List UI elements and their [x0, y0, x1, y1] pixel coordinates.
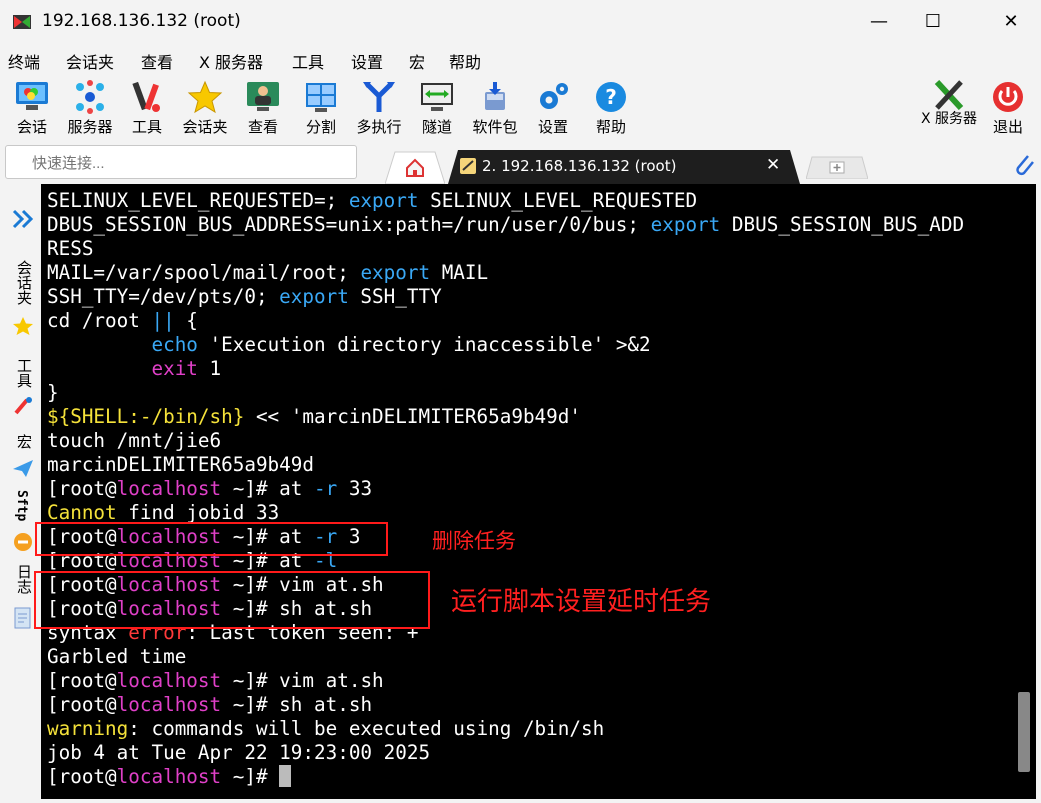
- window-title: 192.168.136.132 (root): [42, 11, 241, 31]
- expand-sidebar-icon[interactable]: [11, 208, 35, 230]
- paper-plane-icon: [13, 460, 33, 477]
- sidebar-tab-sftp[interactable]: Sftp: [14, 490, 29, 521]
- xserver-button[interactable]: X 服务器: [920, 78, 978, 140]
- terminal-line: cd /root || {: [47, 309, 198, 332]
- svg-text:?: ?: [605, 85, 617, 109]
- minimize-button[interactable]: —: [856, 0, 902, 44]
- terminal-cursor: [279, 765, 292, 787]
- terminal-line: [root@localhost ~]# at -r 33: [47, 477, 373, 500]
- highlight-box-run: [34, 571, 430, 629]
- terminal-line: MAIL=/var/spool/mail/root; export MAIL: [47, 261, 489, 284]
- menu-macros[interactable]: 宏: [409, 49, 425, 73]
- star-icon: [13, 317, 33, 335]
- menu-tools[interactable]: 工具: [292, 49, 324, 73]
- terminal-pane[interactable]: SELINUX_LEVEL_REQUESTED=; export SELINUX…: [41, 184, 1036, 799]
- new-tab-button[interactable]: [806, 155, 868, 179]
- terminal-line: Garbled time: [47, 645, 187, 668]
- menu-sessions[interactable]: 会话夹: [66, 49, 114, 73]
- terminal-line: [root@localhost ~]# vim at.sh: [47, 669, 384, 692]
- star-icon: [187, 80, 223, 114]
- power-icon: [993, 82, 1023, 112]
- terminal-line: exit 1: [151, 357, 222, 380]
- terminal-line: warning: commands will be executed using…: [47, 717, 605, 740]
- tunneling-button[interactable]: 隧道: [408, 78, 466, 140]
- terminal-line: ${SHELL:-/bin/sh} << 'marcinDELIMITER65a…: [47, 405, 581, 428]
- menu-terminal[interactable]: 终端: [8, 49, 40, 73]
- toolbar: 会话 服务器 工具 会话夹 查看 分割 多执行 隧道 软件包 设置 ? 帮助 X…: [0, 74, 1041, 142]
- menu-help[interactable]: 帮助: [449, 49, 481, 73]
- tools-button[interactable]: 工具: [118, 78, 176, 140]
- session-tab-title: 2. 192.168.136.132 (root): [482, 157, 677, 175]
- terminal-line: DBUS_SESSION_BUS_ADDRESS=unix:path=/run/…: [47, 213, 965, 236]
- settings-button[interactable]: 设置: [524, 78, 582, 140]
- terminal-scrollbar[interactable]: [1018, 692, 1030, 772]
- terminal-line: touch /mnt/jie6: [47, 429, 222, 452]
- paperclip-icon[interactable]: [1012, 152, 1036, 178]
- help-button[interactable]: ? 帮助: [582, 78, 640, 140]
- terminal-line: SSH_TTY=/dev/pts/0; export SSH_TTY: [47, 285, 442, 308]
- session-icon: [16, 82, 48, 110]
- tunnel-icon: [421, 83, 453, 111]
- menu-bar: 终端 会话夹 查看 X 服务器 工具 设置 宏 帮助: [0, 44, 1041, 74]
- title-bar: 192.168.136.132 (root) — ☐ ✕: [0, 0, 1041, 44]
- terminal-line: [root@localhost ~]#: [47, 765, 964, 789]
- split-icon: [306, 83, 336, 112]
- sidebar-tab-logs[interactable]: 日志: [14, 564, 35, 594]
- annotation-delete: 删除任务: [432, 529, 516, 553]
- packages-icon: [485, 82, 505, 110]
- sidebar: 会话夹 工具 宏 Sftp 日志: [5, 184, 41, 799]
- multiexec-button[interactable]: 多执行: [350, 78, 408, 140]
- terminal-output: SELINUX_LEVEL_REQUESTED=; export SELINUX…: [47, 189, 964, 789]
- quick-connect-input[interactable]: [5, 145, 357, 179]
- terminal-line: }: [47, 381, 59, 404]
- sidebar-tab-sessions[interactable]: 会话夹: [14, 260, 35, 305]
- terminal-line: [root@localhost ~]# sh at.sh: [47, 693, 373, 716]
- menu-xserver[interactable]: X 服务器: [199, 49, 263, 73]
- exit-button[interactable]: 退出: [979, 78, 1037, 140]
- servers-button[interactable]: 服务器: [61, 78, 119, 140]
- maximize-button[interactable]: ☐: [910, 0, 956, 44]
- home-tab[interactable]: [385, 150, 445, 184]
- highlight-box-delete: [35, 522, 388, 556]
- multiexec-icon: [363, 82, 395, 112]
- annotation-run: 运行脚本设置延时任务: [451, 587, 712, 617]
- tab-close-icon[interactable]: ✕: [766, 155, 780, 175]
- favorites-button[interactable]: 会话夹: [176, 78, 234, 140]
- menu-view[interactable]: 查看: [141, 49, 173, 73]
- sidebar-tab-tools[interactable]: 工具: [14, 358, 35, 388]
- session-button[interactable]: 会话: [3, 78, 61, 140]
- servers-icon: [76, 80, 104, 114]
- close-button[interactable]: ✕: [988, 0, 1034, 44]
- tools-icon: [132, 81, 160, 112]
- sftp-icon: [14, 533, 32, 551]
- xserver-icon: [934, 80, 964, 110]
- help-icon: ?: [596, 82, 626, 112]
- view-icon: [247, 82, 279, 111]
- mobaxterm-app-icon: [13, 15, 31, 29]
- terminal-line: echo 'Execution directory inaccessible' …: [151, 333, 651, 356]
- sidebar-tab-macros[interactable]: 宏: [14, 434, 35, 449]
- terminal-line: marcinDELIMITER65a9b49d: [47, 453, 314, 476]
- terminal-line: RESS: [47, 237, 94, 260]
- terminal-line: job 4 at Tue Apr 22 19:23:00 2025: [47, 741, 431, 764]
- tools-icon: [14, 397, 32, 415]
- gear-icon: [540, 83, 568, 109]
- menu-settings[interactable]: 设置: [351, 49, 383, 73]
- split-button[interactable]: 分割: [292, 78, 350, 140]
- terminal-line: SELINUX_LEVEL_REQUESTED=; export SELINUX…: [47, 189, 698, 212]
- notepad-icon: [14, 607, 31, 629]
- packages-button[interactable]: 软件包: [466, 78, 524, 140]
- view-button[interactable]: 查看: [234, 78, 292, 140]
